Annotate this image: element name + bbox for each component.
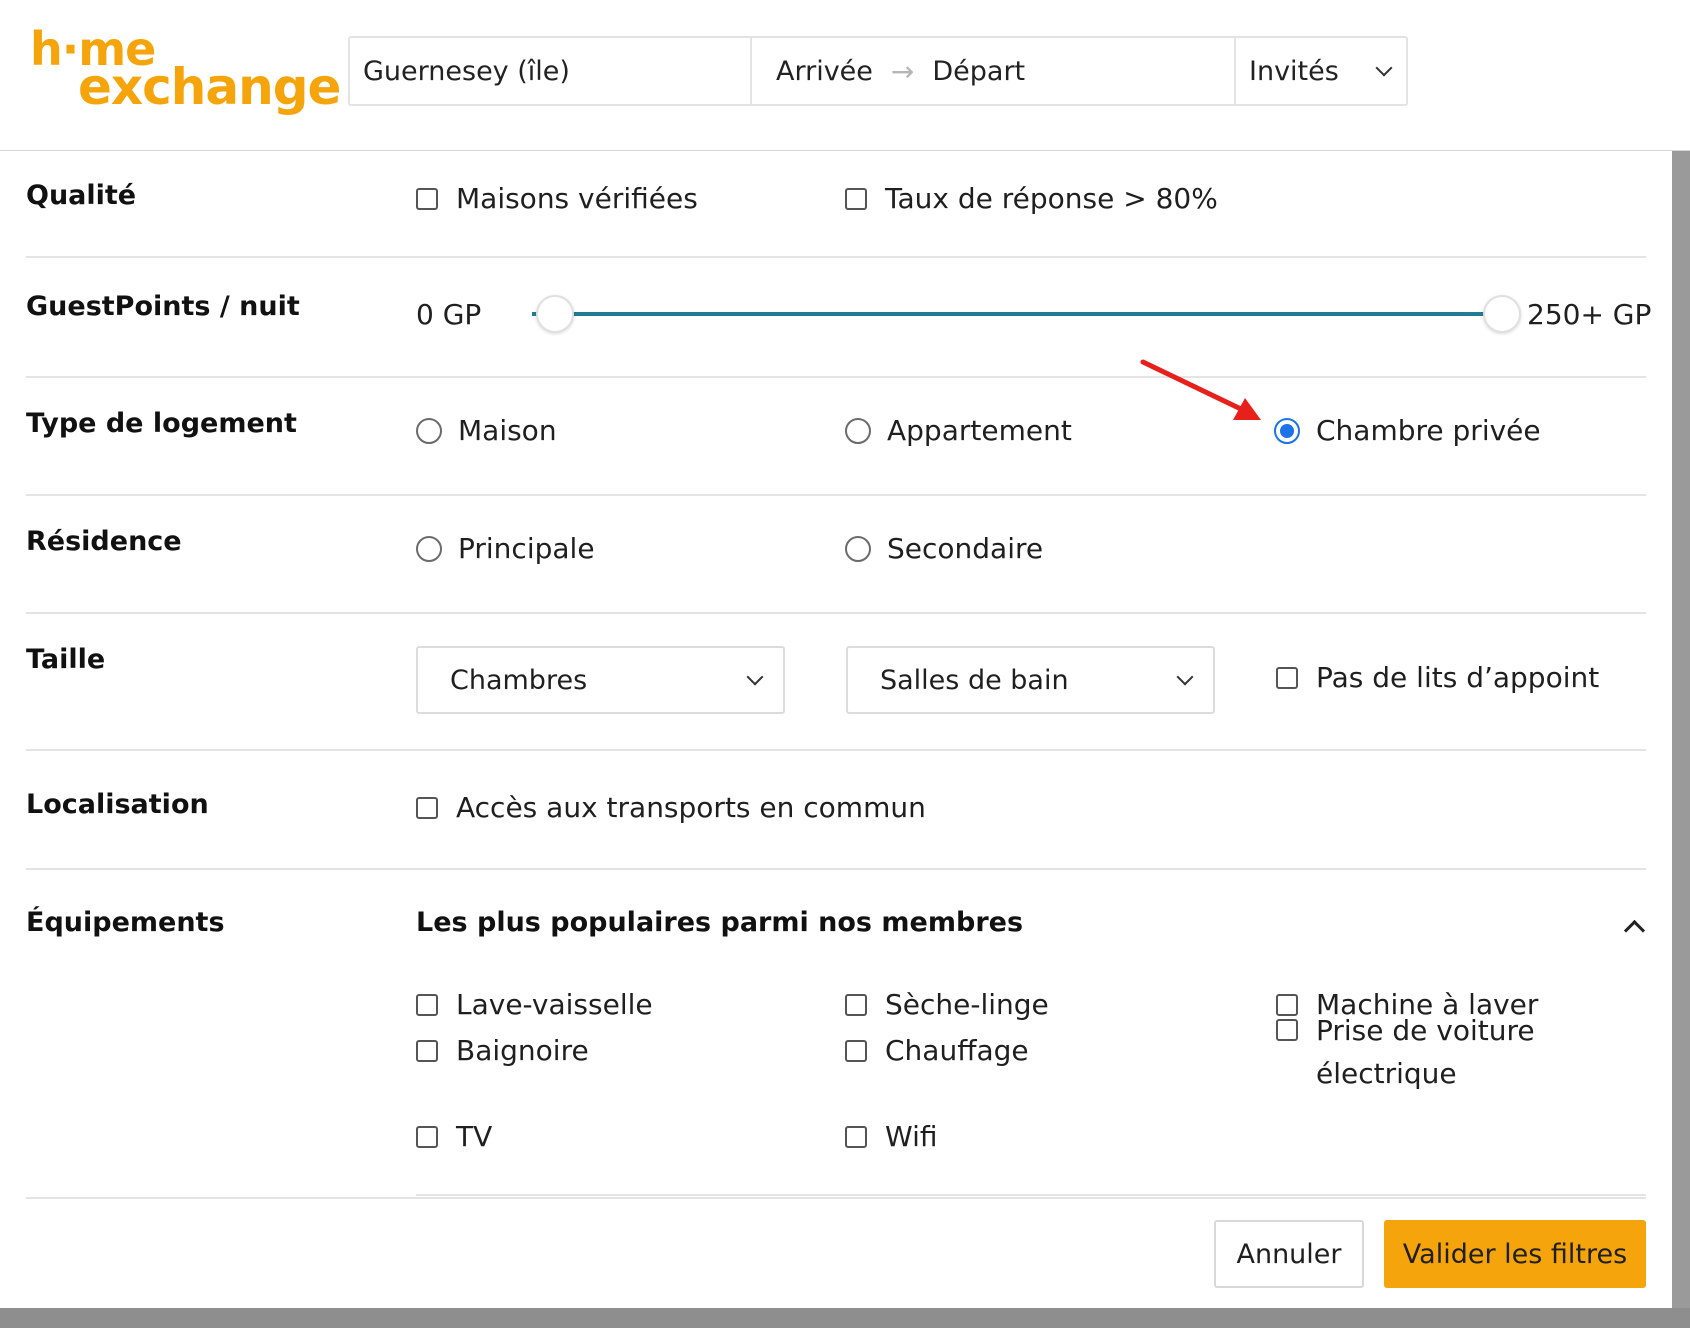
ev-charger-label: Prise de voiture électrique [1316, 1014, 1535, 1090]
bathrooms-label: Salles de bain [880, 664, 1069, 696]
bedrooms-label: Chambres [450, 664, 588, 696]
dryer-checkbox[interactable]: Sèche-linge [845, 988, 1049, 1021]
destination-field[interactable]: Guernesey (île) [350, 38, 752, 104]
ev-charger-checkbox[interactable]: Prise de voiture électrique [1276, 1009, 1556, 1095]
destination-value: Guernesey (île) [363, 55, 570, 87]
location-label: Localisation [26, 789, 209, 820]
response-rate-label: Taux de réponse > 80% [885, 182, 1218, 215]
top-header: h·me exchange Guernesey (île) Arrivée → … [0, 0, 1690, 151]
red-annotation-arrow-icon [1140, 359, 1261, 420]
checkbox-box[interactable] [416, 1125, 438, 1148]
popular-equipment-title: Les plus populaires parmi nos membres [416, 907, 1024, 938]
dryer-label: Sèche-linge [885, 988, 1049, 1021]
housing-apartment-radio[interactable]: Appartement [845, 414, 1072, 447]
response-rate-checkbox[interactable]: Taux de réponse > 80% [845, 182, 1218, 215]
apartment-label: Appartement [887, 414, 1072, 447]
checkbox-box[interactable] [1276, 1019, 1298, 1041]
public-transport-checkbox[interactable]: Accès aux transports en commun [416, 791, 926, 824]
checkbox-box[interactable] [416, 187, 438, 210]
housing-type-row: Type de logement Maison Appartement Cham… [26, 378, 1646, 496]
radio-circle-selected[interactable] [1274, 417, 1300, 444]
size-label: Taille [26, 644, 106, 675]
chevron-up-icon[interactable] [1623, 919, 1646, 942]
residence-row: Résidence Principale Secondaire [26, 496, 1646, 614]
radio-circle[interactable] [416, 535, 442, 562]
cancel-label: Annuler [1236, 1238, 1342, 1270]
radio-circle[interactable] [416, 417, 442, 444]
bedrooms-select[interactable]: Chambres [416, 646, 785, 714]
equipment-label: Équipements [26, 907, 225, 938]
equipment-divider [416, 1194, 1646, 1196]
slider-min-handle[interactable] [536, 295, 574, 333]
scrollbar-track[interactable] [1672, 151, 1690, 1308]
wifi-checkbox[interactable]: Wifi [845, 1120, 938, 1153]
guestpoints-max: 250+ GP [1527, 298, 1652, 331]
secondary-label: Secondaire [887, 532, 1044, 565]
verified-homes-label: Maisons vérifiées [456, 182, 698, 215]
logo-line-2: exchange [78, 58, 341, 116]
wifi-label: Wifi [885, 1120, 938, 1153]
heating-checkbox[interactable]: Chauffage [845, 1034, 1029, 1067]
footer-divider [26, 1197, 1646, 1199]
checkbox-box[interactable] [416, 796, 438, 819]
checkbox-box[interactable] [845, 1039, 867, 1062]
checkbox-box[interactable] [416, 1039, 438, 1062]
chevron-down-icon [746, 668, 764, 686]
slider-max-handle[interactable] [1483, 295, 1521, 333]
bathtub-label: Baignoire [456, 1034, 589, 1067]
residence-label: Résidence [26, 526, 182, 557]
apply-filters-label: Valider les filtres [1402, 1238, 1628, 1270]
apply-filters-button[interactable]: Valider les filtres [1384, 1220, 1646, 1288]
chevron-down-icon [1176, 668, 1194, 686]
radio-circle[interactable] [845, 535, 871, 562]
residence-primary-radio[interactable]: Principale [416, 532, 595, 565]
cancel-button[interactable]: Annuler [1214, 1220, 1364, 1288]
filters-panel: Qualité Maisons vérifiées Taux de répons… [0, 151, 1672, 1308]
guests-select[interactable]: Invités [1236, 38, 1406, 104]
quality-row: Qualité Maisons vérifiées Taux de répons… [26, 151, 1646, 258]
heating-label: Chauffage [885, 1034, 1029, 1067]
house-label: Maison [458, 414, 557, 447]
no-extra-beds-label: Pas de lits d’appoint [1316, 661, 1600, 694]
radio-circle[interactable] [845, 417, 871, 444]
guests-label: Invités [1249, 55, 1339, 87]
residence-secondary-radio[interactable]: Secondaire [845, 532, 1043, 565]
location-row: Localisation Accès aux transports en com… [26, 751, 1646, 870]
size-row: Taille Chambres Salles de bain Pas de li… [26, 614, 1646, 751]
verified-homes-checkbox[interactable]: Maisons vérifiées [416, 182, 698, 215]
dishwasher-label: Lave-vaisselle [456, 988, 653, 1021]
chevron-down-icon [1375, 59, 1393, 77]
dates-field[interactable]: Arrivée → Départ [752, 38, 1236, 104]
search-bar: Guernesey (île) Arrivée → Départ Invités [348, 36, 1408, 106]
tv-label: TV [456, 1120, 493, 1153]
housing-type-label: Type de logement [26, 408, 297, 439]
dishwasher-checkbox[interactable]: Lave-vaisselle [416, 988, 653, 1021]
guestpoints-label: GuestPoints / nuit [26, 291, 300, 322]
guestpoints-row: GuestPoints / nuit [26, 258, 1646, 378]
checkbox-box[interactable] [1276, 666, 1298, 689]
checkbox-box[interactable] [845, 1125, 867, 1148]
bathtub-checkbox[interactable]: Baignoire [416, 1034, 589, 1067]
quality-label: Qualité [26, 180, 137, 211]
departure-placeholder: Départ [932, 55, 1026, 87]
checkbox-box[interactable] [845, 993, 867, 1016]
checkbox-box[interactable] [845, 187, 867, 210]
bathrooms-select[interactable]: Salles de bain [846, 646, 1215, 714]
date-arrow-icon: → [890, 54, 915, 88]
checkbox-box[interactable] [416, 993, 438, 1016]
private-room-label: Chambre privée [1316, 414, 1541, 447]
public-transport-label: Accès aux transports en commun [456, 791, 926, 824]
no-extra-beds-checkbox[interactable]: Pas de lits d’appoint [1276, 661, 1599, 694]
arrival-placeholder: Arrivée [776, 55, 873, 87]
guestpoints-min: 0 GP [416, 298, 482, 331]
primary-label: Principale [458, 532, 595, 565]
guestpoints-slider-track[interactable] [532, 312, 1506, 316]
housing-private-room-radio[interactable]: Chambre privée [1274, 414, 1541, 447]
housing-house-radio[interactable]: Maison [416, 414, 557, 447]
tv-checkbox[interactable]: TV [416, 1120, 492, 1153]
